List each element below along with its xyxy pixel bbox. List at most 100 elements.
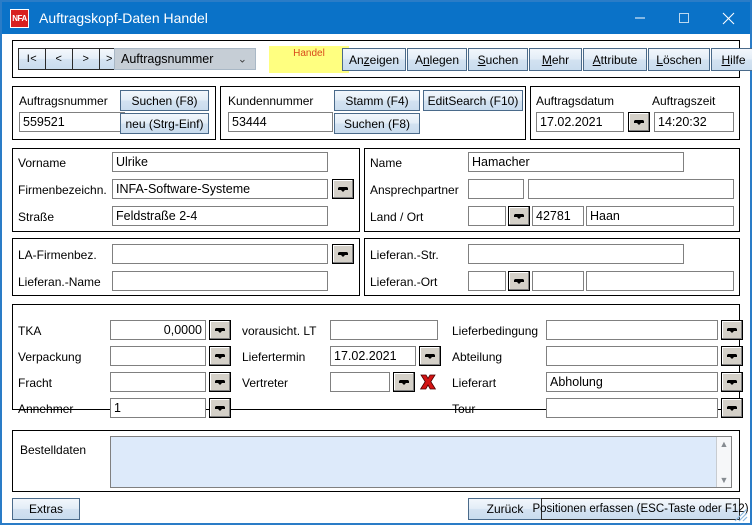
auftragszeit-label: Auftragszeit: [652, 94, 716, 108]
chevron-down-icon: ⌄: [237, 53, 247, 66]
lieferan-name-label: Lieferan.-Name: [18, 275, 101, 289]
lieferart-input[interactable]: Abholung: [546, 372, 718, 392]
app-logo-icon: NFA: [10, 8, 29, 28]
editsearch-button[interactable]: EditSearch (F10): [423, 90, 523, 111]
vorausicht-lt-input[interactable]: [330, 320, 438, 340]
lieferbedingung-dropdown-button[interactable]: [721, 320, 743, 340]
strasse-label: Straße: [18, 210, 55, 224]
resize-grip-icon[interactable]: [734, 508, 748, 522]
lieferan-ort-input[interactable]: [586, 271, 734, 291]
fracht-label: Fracht: [18, 376, 53, 390]
attribute-acc: A: [592, 52, 601, 67]
search-field-select[interactable]: Auftragsnummer ⌄: [114, 48, 256, 70]
land-input[interactable]: [468, 206, 506, 226]
lieferan-land-input[interactable]: [468, 271, 506, 291]
annehmer-input[interactable]: 1: [110, 398, 206, 418]
auftragszeit-input[interactable]: 14:20:32: [654, 112, 734, 132]
dropdown-arrow-icon: [514, 213, 524, 219]
liefertermin-label: Liefertermin: [242, 350, 306, 364]
kunde-suchen-button[interactable]: Suchen (F8): [334, 113, 420, 134]
dropdown-arrow-icon: [399, 379, 409, 385]
tour-input[interactable]: [546, 398, 718, 418]
stamm-button[interactable]: Stamm (F4): [334, 90, 420, 111]
fracht-dropdown-button[interactable]: [209, 372, 231, 392]
search-field-select-value: Auftragsnummer: [121, 52, 214, 66]
attribute-post: ttribute: [600, 52, 638, 67]
hilfe-post: ilfe: [730, 52, 746, 67]
auftragsdatum-input[interactable]: 17.02.2021: [536, 112, 624, 132]
fracht-input[interactable]: [110, 372, 206, 392]
mode-badge-label: Handel: [293, 48, 325, 59]
lieferart-dropdown-button[interactable]: [721, 372, 743, 392]
red-x-icon[interactable]: [418, 372, 438, 392]
bestelldaten-textarea[interactable]: ▲ ▼: [110, 436, 732, 488]
anlegen-button[interactable]: An legen: [407, 48, 467, 71]
nav-first-button[interactable]: I<: [18, 48, 46, 70]
scroll-up-icon[interactable]: ▲: [720, 439, 729, 449]
tka-input[interactable]: 0,0000: [110, 320, 206, 340]
abteilung-input[interactable]: [546, 346, 718, 366]
minimize-icon[interactable]: [618, 2, 662, 34]
anzeigen-button[interactable]: An z eigen: [342, 48, 406, 71]
auftragsnummer-input[interactable]: 559521: [19, 112, 125, 132]
la-firmenbez-input[interactable]: [112, 244, 328, 264]
anlegen-acc: n: [422, 52, 430, 67]
window-title: Auftragskopf-Daten Handel: [39, 10, 208, 26]
firmenbezeichn-input[interactable]: INFA-Software-Systeme: [112, 179, 328, 199]
loeschen-acc: L: [656, 52, 663, 67]
liefertermin-dropdown-button[interactable]: [419, 346, 441, 366]
extras-button[interactable]: Extras: [12, 498, 80, 520]
annehmer-dropdown-button[interactable]: [209, 398, 231, 418]
verpackung-label: Verpackung: [18, 350, 82, 364]
attribute-button[interactable]: Attribute: [583, 48, 647, 71]
zurueck-button[interactable]: Zurück: [468, 498, 542, 520]
strasse-input[interactable]: Feldstraße 2-4: [112, 206, 328, 226]
loeschen-button[interactable]: Löschen: [648, 48, 710, 71]
nav-next-button[interactable]: >: [72, 48, 100, 70]
vertreter-label: Vertreter: [242, 376, 289, 390]
ort-input[interactable]: Haan: [586, 206, 734, 226]
auftrag-suchen-button[interactable]: Suchen (F8): [120, 90, 209, 111]
la-firmenbez-dropdown-button[interactable]: [332, 244, 354, 264]
mode-badge: Handel: [269, 46, 349, 73]
vorname-input[interactable]: Ulrike: [112, 152, 328, 172]
verpackung-dropdown-button[interactable]: [209, 346, 231, 366]
lieferan-plz-input[interactable]: [532, 271, 584, 291]
bestelldaten-scrollbar[interactable]: ▲ ▼: [716, 437, 731, 487]
client-area: I< < > > I Auftragsnummer ⌄ Handel An z ei…: [4, 34, 752, 523]
maximize-icon[interactable]: [662, 2, 706, 34]
tour-dropdown-button[interactable]: [721, 398, 743, 418]
vorname-label: Vorname: [18, 156, 67, 170]
ansprechpartner-code-input[interactable]: [468, 179, 524, 199]
ansprechpartner-label: Ansprechpartner: [370, 183, 459, 197]
lieferan-str-input[interactable]: [468, 244, 684, 264]
abteilung-dropdown-button[interactable]: [721, 346, 743, 366]
dropdown-arrow-icon: [215, 353, 225, 359]
lieferan-name-input[interactable]: [112, 271, 328, 291]
nav-prev-button[interactable]: <: [45, 48, 73, 70]
ansprechpartner-name-input[interactable]: [528, 179, 734, 199]
suchen-button[interactable]: Suchen: [468, 48, 528, 71]
plz-input[interactable]: 42781: [532, 206, 584, 226]
la-firmenbez-label: LA-Firmenbez.: [18, 248, 97, 262]
vertreter-dropdown-button[interactable]: [393, 372, 415, 392]
auftragsdatum-dropdown-button[interactable]: [628, 112, 650, 132]
liefertermin-input[interactable]: 17.02.2021: [330, 346, 416, 366]
land-dropdown-button[interactable]: [508, 206, 530, 226]
hilfe-button[interactable]: Hilfe: [711, 48, 752, 71]
close-icon[interactable]: [706, 2, 750, 34]
auftrag-neu-button[interactable]: neu (Strg-Einf): [120, 113, 209, 134]
lieferan-land-dropdown-button[interactable]: [508, 271, 530, 291]
tka-dropdown-button[interactable]: [209, 320, 231, 340]
dropdown-arrow-icon: [634, 119, 644, 125]
kundennummer-input[interactable]: 53444: [228, 112, 333, 132]
vertreter-input[interactable]: [330, 372, 390, 392]
dropdown-arrow-icon: [727, 353, 737, 359]
scroll-down-icon[interactable]: ▼: [720, 475, 729, 485]
name-input[interactable]: Hamacher: [468, 152, 684, 172]
lieferbedingung-input[interactable]: [546, 320, 718, 340]
mehr-button[interactable]: Mehr: [529, 48, 582, 71]
verpackung-input[interactable]: [110, 346, 206, 366]
dropdown-arrow-icon: [727, 379, 737, 385]
firmenbezeichn-dropdown-button[interactable]: [332, 179, 354, 199]
